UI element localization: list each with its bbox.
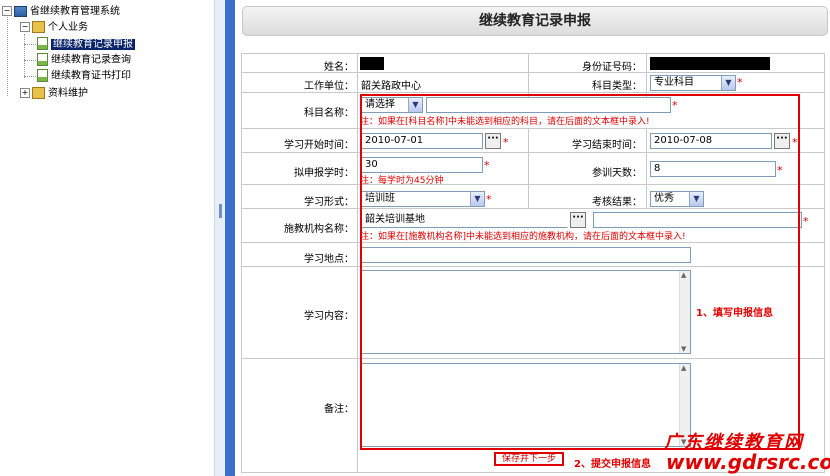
name-value-redacted bbox=[360, 57, 384, 70]
subject-type-select[interactable]: 专业科目 ▼ bbox=[650, 75, 736, 91]
expand-toggle-icon[interactable]: + bbox=[20, 88, 30, 98]
hours-label: 拟申报学时： bbox=[294, 168, 354, 179]
highlight-frame bbox=[360, 94, 800, 450]
tree-root[interactable]: − 省继续教育管理系统 bbox=[2, 5, 120, 19]
save-and-next-button[interactable]: 保存并下一步 bbox=[494, 452, 564, 466]
required-star: * bbox=[803, 215, 809, 228]
step2-annotation: 2、提交申报信息 bbox=[574, 459, 651, 470]
main-content: 继续教育记录申报 姓名： 身份证号码： 工作单位： 韶关路政中心 科目类型： 专… bbox=[236, 0, 830, 476]
study-place-label: 学习地点： bbox=[304, 254, 354, 265]
computer-icon bbox=[14, 5, 27, 17]
folder-icon bbox=[32, 21, 45, 33]
name-label: 姓名： bbox=[324, 62, 354, 73]
id-number-label: 身份证号码： bbox=[582, 62, 642, 73]
workunit-value: 韶关路政中心 bbox=[361, 81, 421, 92]
collapse-toggle-icon[interactable]: − bbox=[20, 22, 30, 32]
study-content-label: 学习内容： bbox=[304, 311, 354, 322]
chevron-down-icon: ▼ bbox=[721, 76, 735, 90]
tree-group-data-maintenance[interactable]: + 资料维护 bbox=[20, 87, 88, 101]
folder-icon bbox=[32, 87, 45, 99]
document-icon bbox=[37, 69, 48, 82]
tree-group-personal[interactable]: − 个人业务 bbox=[20, 21, 88, 35]
document-icon bbox=[37, 37, 48, 50]
document-icon bbox=[37, 53, 48, 66]
panel-splitter[interactable] bbox=[215, 0, 225, 476]
subject-name-label: 科目名称： bbox=[304, 108, 354, 119]
tree-item-record-declare[interactable]: 继续教育记录申报 bbox=[37, 37, 135, 51]
splitter-grip-icon[interactable] bbox=[219, 204, 222, 218]
tree-item-certificate-print[interactable]: 继续教育证书打印 bbox=[37, 69, 131, 83]
collapse-toggle-icon[interactable]: − bbox=[2, 6, 12, 16]
step1-annotation: 1、填写申报信息 bbox=[696, 308, 773, 319]
subject-type-label: 科目类型： bbox=[592, 81, 642, 92]
frame-divider bbox=[225, 0, 235, 476]
page-title: 继续教育记录申报 bbox=[242, 6, 828, 36]
required-star: * bbox=[737, 76, 743, 89]
watermark-url: www.gdrsrc.com bbox=[666, 450, 830, 474]
id-number-value-redacted bbox=[650, 57, 770, 70]
navigation-tree: − 省继续教育管理系统 − 个人业务 继续教育记录申报 继续教育记录查询 继续教育证… bbox=[0, 0, 215, 476]
start-time-label: 学习开始时间： bbox=[284, 140, 354, 151]
study-form-label: 学习形式： bbox=[304, 197, 354, 208]
tree-item-record-query[interactable]: 继续教育记录查询 bbox=[37, 53, 131, 67]
remark-label: 备注： bbox=[324, 404, 354, 415]
org-name-label: 施教机构名称： bbox=[284, 224, 354, 235]
workunit-label: 工作单位： bbox=[304, 81, 354, 92]
